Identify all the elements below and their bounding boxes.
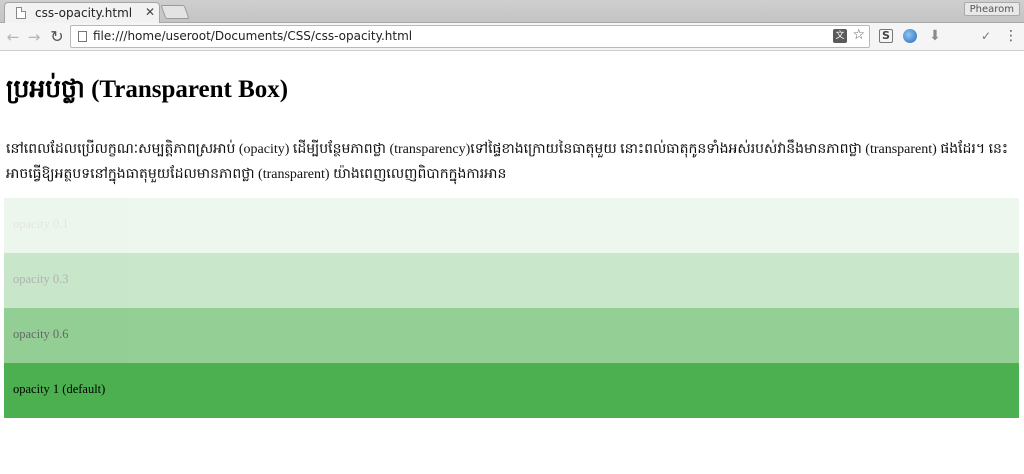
reload-icon[interactable]: ↻ [47, 27, 67, 47]
address-bar[interactable]: file:///home/useroot/Documents/CSS/css-o… [70, 25, 870, 48]
opacity-box-0-6: opacity 0.6 [4, 308, 1019, 363]
page-icon [16, 7, 26, 19]
browser-toolbar: ← → ↻ file:///home/useroot/Documents/CSS… [0, 23, 1024, 51]
bookmark-star-icon[interactable]: ☆ [852, 27, 865, 43]
menu-icon[interactable]: ⋮ [1002, 27, 1020, 45]
close-icon[interactable]: ✕ [145, 5, 155, 19]
download-icon[interactable]: ⬇ [926, 27, 944, 45]
forward-icon[interactable]: → [24, 27, 44, 47]
file-icon [78, 31, 87, 42]
opacity-box-label: opacity 0.6 [13, 327, 69, 341]
intro-paragraph: នៅពេលដែលប្រើលក្ខណៈសម្បត្តិភាពស្រអាប់ (op… [6, 142, 1009, 182]
page-title: ប្រអប់ថ្លា (Transparent Box) [6, 76, 289, 103]
opacity-box-0-1: opacity 0.1 [4, 198, 1019, 253]
tab-strip: css-opacity.html ✕ Phearom [0, 0, 1024, 23]
opacity-box-label: opacity 1 (default) [13, 382, 106, 396]
extension-s-icon[interactable]: S [879, 29, 893, 43]
tab-css-opacity[interactable]: css-opacity.html ✕ [4, 2, 160, 23]
opacity-box-label: opacity 0.3 [13, 272, 69, 286]
tab-title: css-opacity.html [35, 6, 133, 20]
opacity-box-label: opacity 0.1 [13, 217, 69, 231]
translate-icon[interactable]: 文 [833, 29, 847, 43]
opacity-box-1: opacity 1 (default) [4, 363, 1019, 418]
back-icon[interactable]: ← [3, 27, 23, 47]
opacity-box-0-3: opacity 0.3 [4, 253, 1019, 308]
check-icon[interactable]: ✓ [977, 27, 995, 45]
profile-badge[interactable]: Phearom [963, 2, 1020, 16]
page-content: ប្រអប់ថ្លា (Transparent Box) នៅពេលដែលប្រ… [0, 52, 1024, 474]
globe-extension-icon[interactable] [903, 29, 917, 43]
url-text[interactable]: file:///home/useroot/Documents/CSS/css-o… [93, 29, 412, 43]
new-tab-button[interactable] [160, 5, 190, 19]
